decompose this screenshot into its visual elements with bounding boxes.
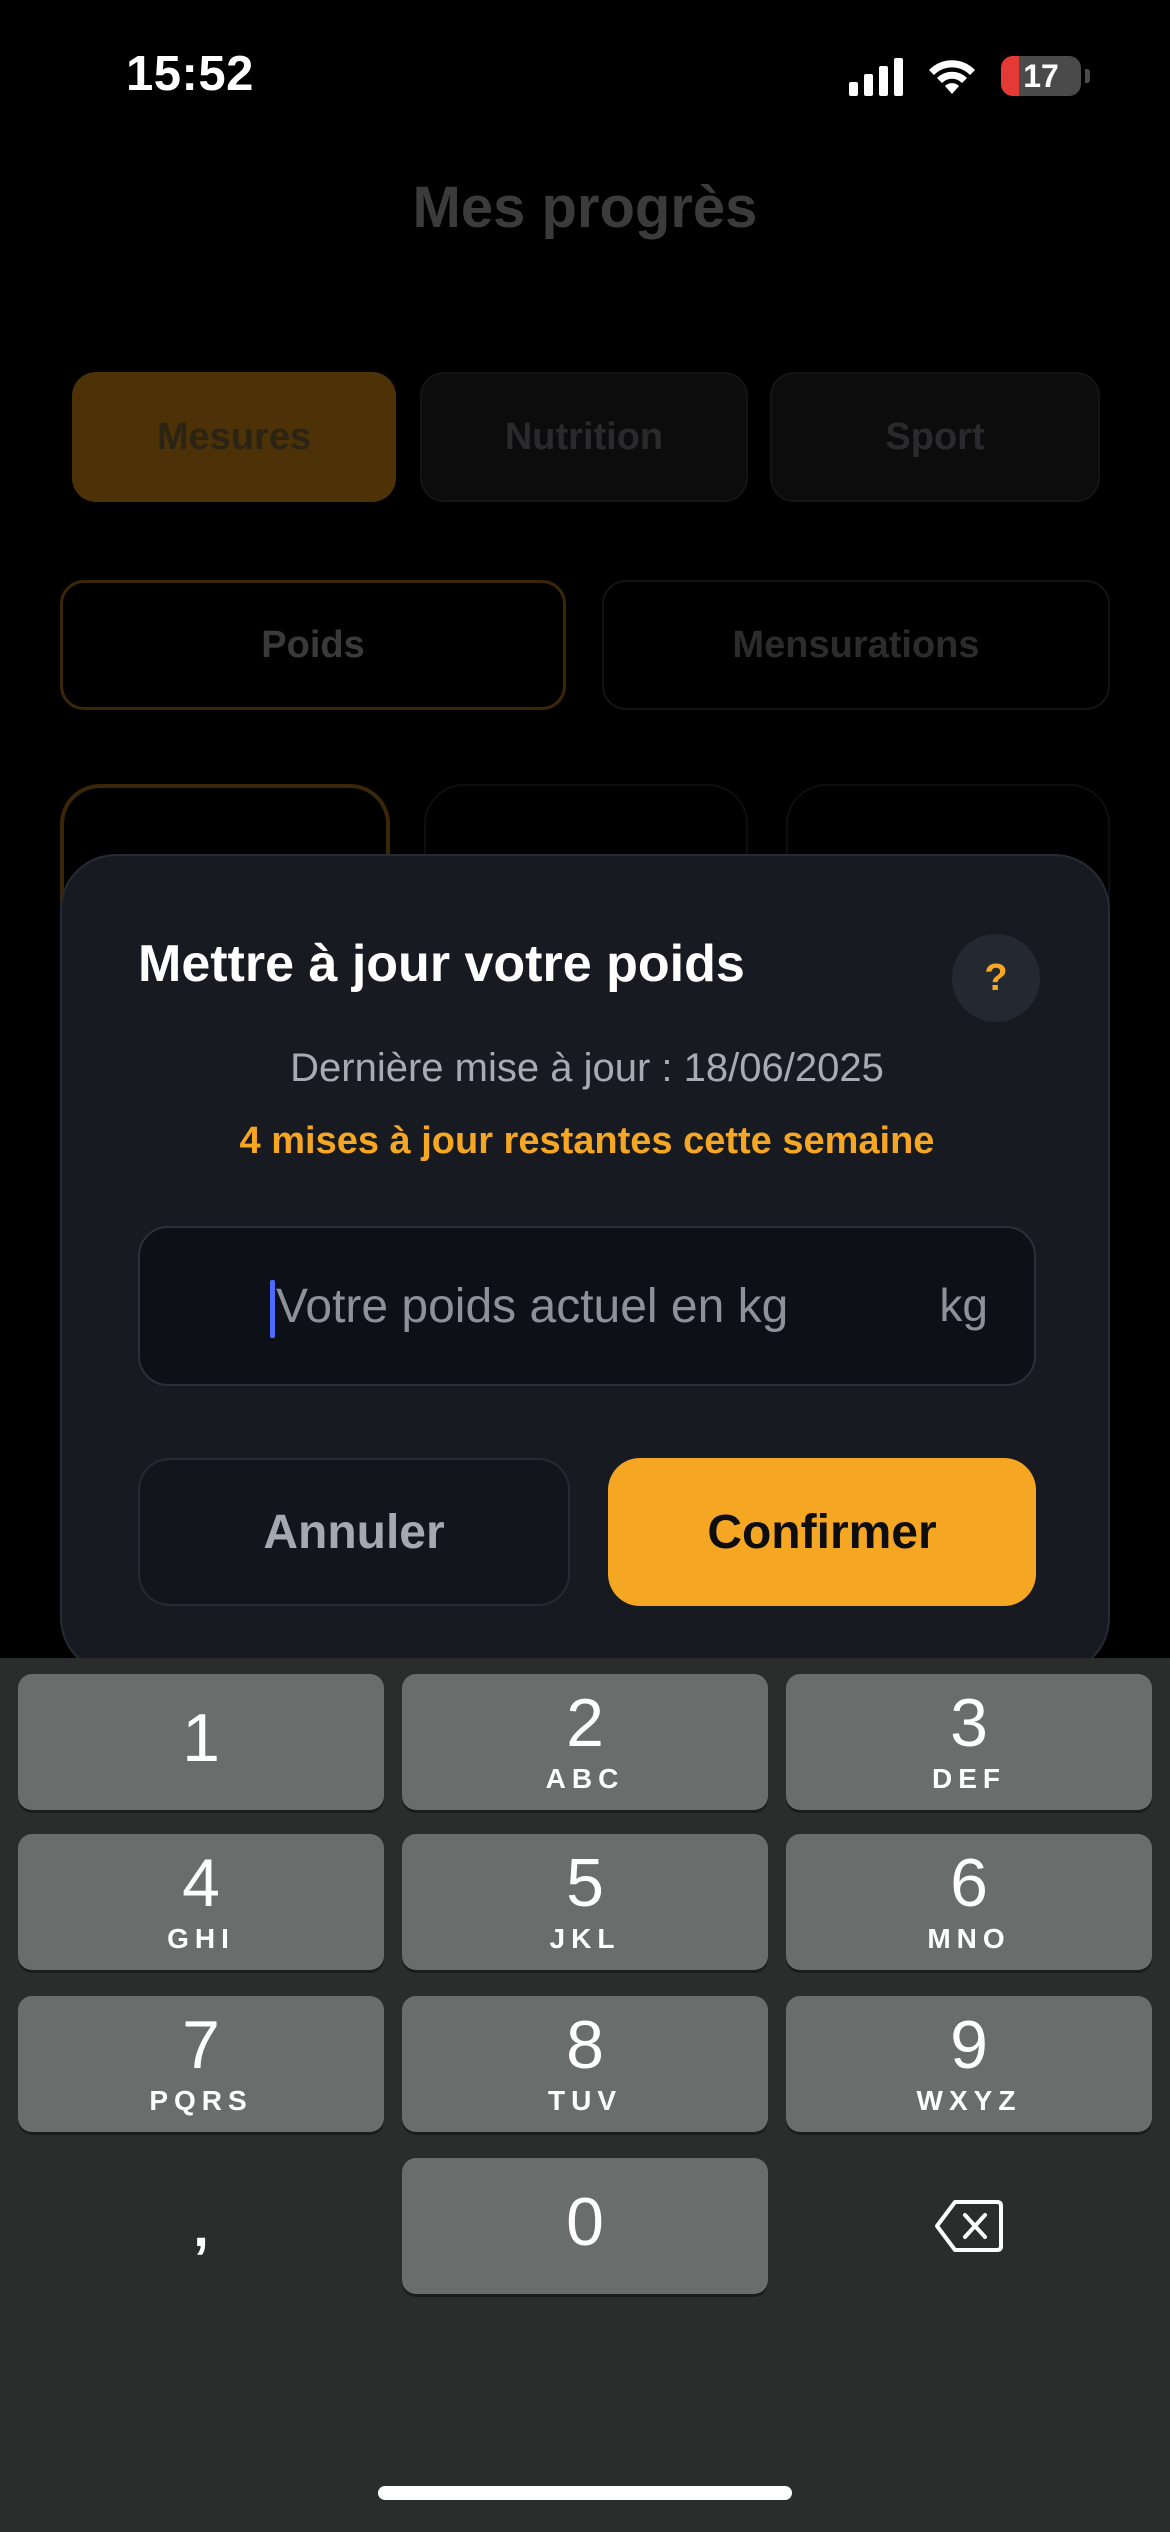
tab-mesures[interactable]: Mesures <box>72 372 396 502</box>
modal-title: Mettre à jour votre poids <box>138 935 745 993</box>
key-delete[interactable] <box>786 2158 1152 2294</box>
segment-poids[interactable]: Poids <box>60 580 566 710</box>
numeric-keyboard: 1 2 ABC 3 DEF 4 GHI 5 JKL 6 MNO 7 PQRS 8 <box>0 1658 1170 2532</box>
backspace-icon <box>935 2200 1003 2252</box>
remaining-updates-text: 4 mises à jour restantes cette semaine <box>239 1120 935 1162</box>
help-icon: ? <box>984 956 1008 999</box>
cancel-button[interactable]: Annuler <box>138 1458 570 1606</box>
status-time: 15:52 <box>126 47 254 101</box>
key-8[interactable]: 8 TUV <box>402 1996 768 2132</box>
battery-icon: 17 <box>1001 56 1081 96</box>
tab-sport[interactable]: Sport <box>770 372 1100 502</box>
segment-mensurations[interactable]: Mensurations <box>602 580 1110 710</box>
help-button[interactable]: ? <box>952 934 1040 1022</box>
last-update-text: Dernière mise à jour : 18/06/2025 <box>290 1046 884 1090</box>
confirm-button[interactable]: Confirmer <box>608 1458 1036 1606</box>
key-4[interactable]: 4 GHI <box>18 1834 384 1970</box>
page-title: Mes progrès <box>412 175 758 240</box>
key-0[interactable]: 0 <box>402 2158 768 2294</box>
key-decimal[interactable]: , <box>18 2158 384 2294</box>
weight-input-field[interactable]: kg <box>138 1226 1036 1386</box>
key-5[interactable]: 5 JKL <box>402 1834 768 1970</box>
key-9[interactable]: 9 WXYZ <box>786 1996 1152 2132</box>
key-2[interactable]: 2 ABC <box>402 1674 768 1810</box>
update-weight-modal: Mettre à jour votre poids ? Dernière mis… <box>60 854 1110 1674</box>
signal-icon <box>849 56 903 96</box>
key-6[interactable]: 6 MNO <box>786 1834 1152 1970</box>
weight-input[interactable] <box>276 1228 896 1384</box>
key-7[interactable]: 7 PQRS <box>18 1996 384 2132</box>
unit-label: kg <box>939 1279 988 1331</box>
battery-level: 17 <box>1023 57 1059 94</box>
key-3[interactable]: 3 DEF <box>786 1674 1152 1810</box>
status-icons: 17 <box>849 56 1090 96</box>
screen: Mes progrès Mesures Nutrition Sport Poid… <box>0 0 1170 2532</box>
home-indicator[interactable] <box>378 2486 792 2500</box>
text-caret <box>270 1280 275 1338</box>
tab-nutrition[interactable]: Nutrition <box>420 372 748 502</box>
key-1[interactable]: 1 <box>18 1674 384 1810</box>
wifi-icon <box>929 60 975 94</box>
